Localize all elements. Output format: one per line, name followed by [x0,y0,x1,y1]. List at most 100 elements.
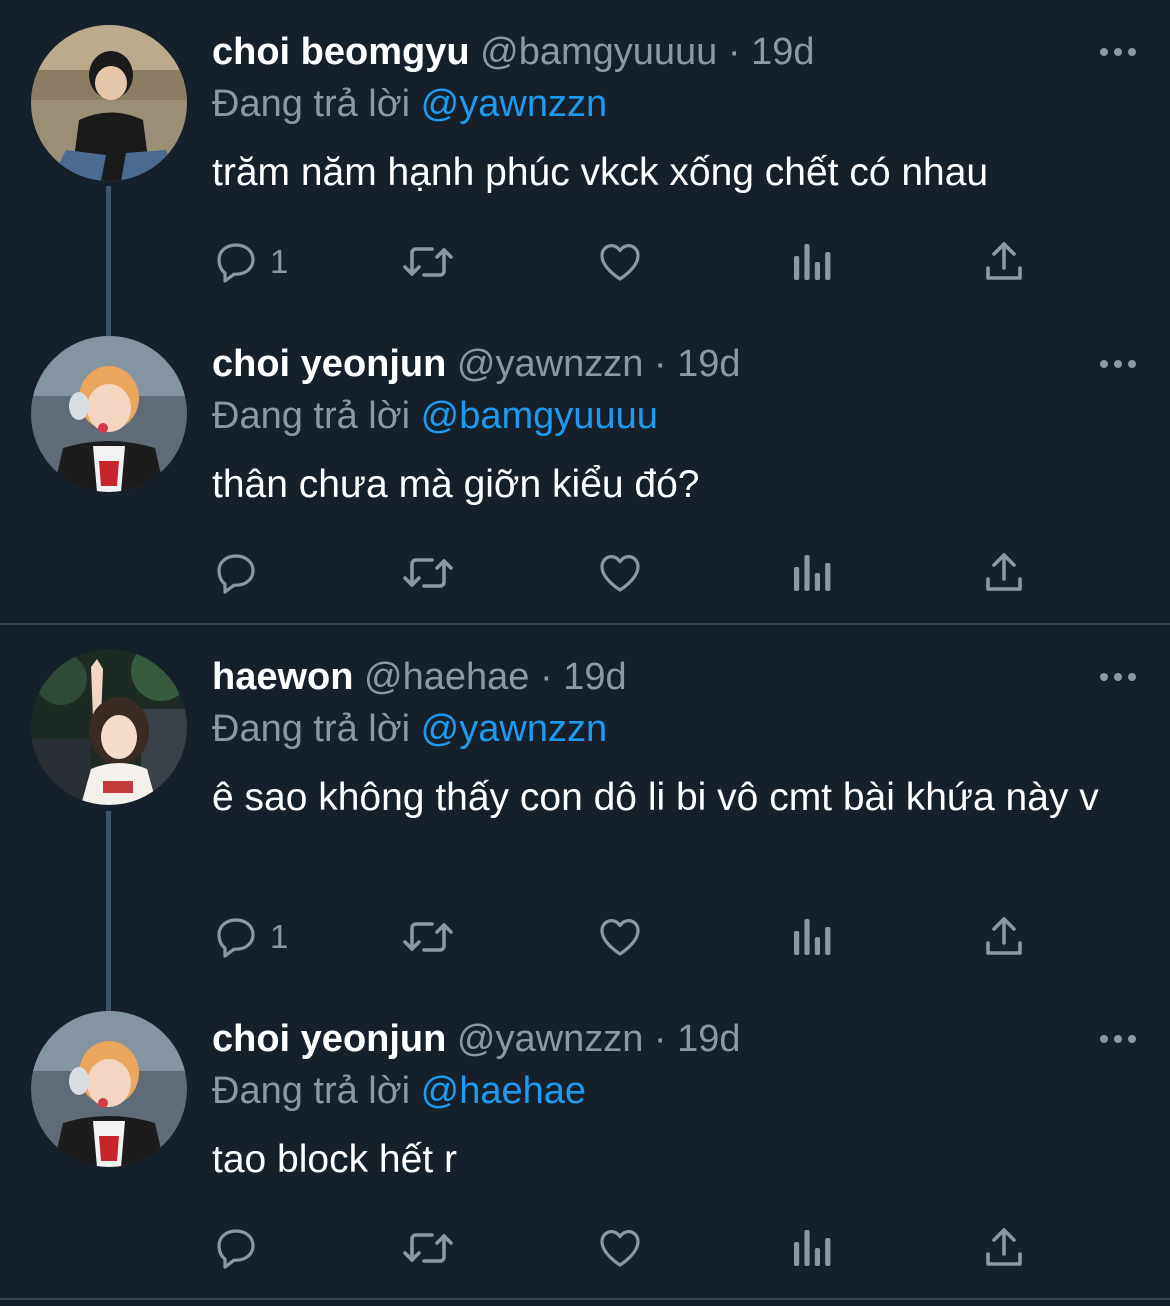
views-button[interactable] [790,909,834,965]
share-button[interactable] [982,909,1026,965]
timestamp[interactable]: 19d [677,343,740,385]
divider [0,1298,1170,1300]
replying-to-line: Đang trả lời @haehae [212,1069,586,1113]
replying-label: Đang trả lời [212,708,411,750]
reply-icon [217,918,255,958]
mention-link[interactable]: @bamgyuuuu [421,395,658,437]
mention-link[interactable]: @yawnzzn [421,83,607,125]
heart-icon [600,1230,640,1267]
views-button[interactable] [790,545,834,601]
like-button[interactable] [596,909,644,965]
tweet-header: haewon @haehae · 19d [212,655,627,699]
reply-icon [217,554,255,594]
retweet-icon [403,922,453,952]
more-dots-icon [1100,673,1136,681]
share-icon [986,917,1022,955]
views-button[interactable] [790,234,834,290]
avatar[interactable] [31,649,187,805]
tweet-text: ê sao không thấy con dô li bi vô cmt bài… [212,776,1099,819]
retweet-button[interactable] [400,234,456,290]
timestamp[interactable]: 19d [751,31,814,73]
reply-count: 1 [270,918,289,955]
replying-label: Đang trả lời [212,83,411,125]
display-name[interactable]: haewon [212,656,353,698]
views-button[interactable] [790,1220,834,1276]
like-button[interactable] [596,234,644,290]
timestamp[interactable]: 19d [677,1018,740,1060]
username[interactable]: @haehae [364,656,529,698]
replying-label: Đang trả lời [212,395,411,437]
mention-link[interactable]: @haehae [421,1070,586,1112]
reply-button[interactable]: 1 [212,909,288,965]
share-icon [986,242,1022,280]
views-icon [794,555,831,591]
username[interactable]: @yawnzzn [457,343,643,385]
share-button[interactable] [982,545,1026,601]
tweet-text: trăm năm hạnh phúc vkck xống chết có nha… [212,151,989,194]
reply-icon [217,243,255,283]
more-options-button[interactable] [1096,665,1140,689]
tweet-header: choi yeonjun @yawnzzn · 19d [212,342,741,386]
reply-count: 1 [270,243,289,280]
replying-to-line: Đang trả lời @yawnzzn [212,707,607,751]
more-dots-icon [1100,360,1136,368]
action-bar [212,1220,1042,1276]
like-button[interactable] [596,1220,644,1276]
more-options-button[interactable] [1096,352,1140,376]
share-button[interactable] [982,1220,1026,1276]
mention-link[interactable]: @yawnzzn [421,708,607,750]
separator-dot: · [653,1018,667,1060]
share-button[interactable] [982,234,1026,290]
more-dots-icon [1100,48,1136,56]
tweet[interactable]: choi beomgyu @bamgyuuuu · 19d Đang trả l… [0,0,1170,336]
heart-icon [600,919,640,956]
action-bar: 1 [212,909,1042,965]
replying-to-line: Đang trả lời @bamgyuuuu [212,394,658,438]
share-icon [986,1228,1022,1266]
heart-icon [600,555,640,592]
more-options-button[interactable] [1096,40,1140,64]
display-name[interactable]: choi yeonjun [212,343,446,385]
views-icon [794,244,831,280]
reply-button[interactable] [212,1220,270,1276]
tweet-text: thân chưa mà giỡn kiểu đó? [212,463,700,506]
retweet-icon [403,558,453,588]
tweet[interactable]: haewon @haehae · 19d Đang trả lời @yawnz… [0,625,1170,1011]
like-button[interactable] [596,545,644,601]
avatar[interactable] [31,1011,187,1167]
tweet-text: tao block hết r [212,1138,457,1181]
retweet-icon [403,1233,453,1263]
reply-button[interactable] [212,545,270,601]
separator-dot: · [539,656,553,698]
separator-dot: · [727,31,741,73]
retweet-icon [403,247,453,277]
replying-to-line: Đang trả lời @yawnzzn [212,82,607,126]
display-name[interactable]: choi yeonjun [212,1018,446,1060]
separator-dot: · [653,343,667,385]
tweet[interactable]: choi yeonjun @yawnzzn · 19d Đang trả lời… [0,312,1170,622]
username[interactable]: @yawnzzn [457,1018,643,1060]
avatar[interactable] [31,336,187,492]
more-options-button[interactable] [1096,1027,1140,1051]
retweet-button[interactable] [400,545,456,601]
reply-icon [217,1229,255,1269]
timestamp[interactable]: 19d [563,656,626,698]
display-name[interactable]: choi beomgyu [212,31,470,73]
views-icon [794,1230,831,1266]
tweet-header: choi beomgyu @bamgyuuuu · 19d [212,30,815,74]
more-dots-icon [1100,1035,1136,1043]
avatar[interactable] [31,25,187,181]
username[interactable]: @bamgyuuuu [480,31,717,73]
tweet[interactable]: choi yeonjun @yawnzzn · 19d Đang trả lời… [0,987,1170,1297]
reply-button[interactable]: 1 [212,234,288,290]
thread-line [106,811,111,1011]
retweet-button[interactable] [400,1220,456,1276]
share-icon [986,553,1022,591]
action-bar: 1 [212,234,1042,290]
action-bar [212,545,1042,601]
views-icon [794,919,831,955]
tweet-header: choi yeonjun @yawnzzn · 19d [212,1017,741,1061]
replying-label: Đang trả lời [212,1070,411,1112]
retweet-button[interactable] [400,909,456,965]
heart-icon [600,244,640,281]
